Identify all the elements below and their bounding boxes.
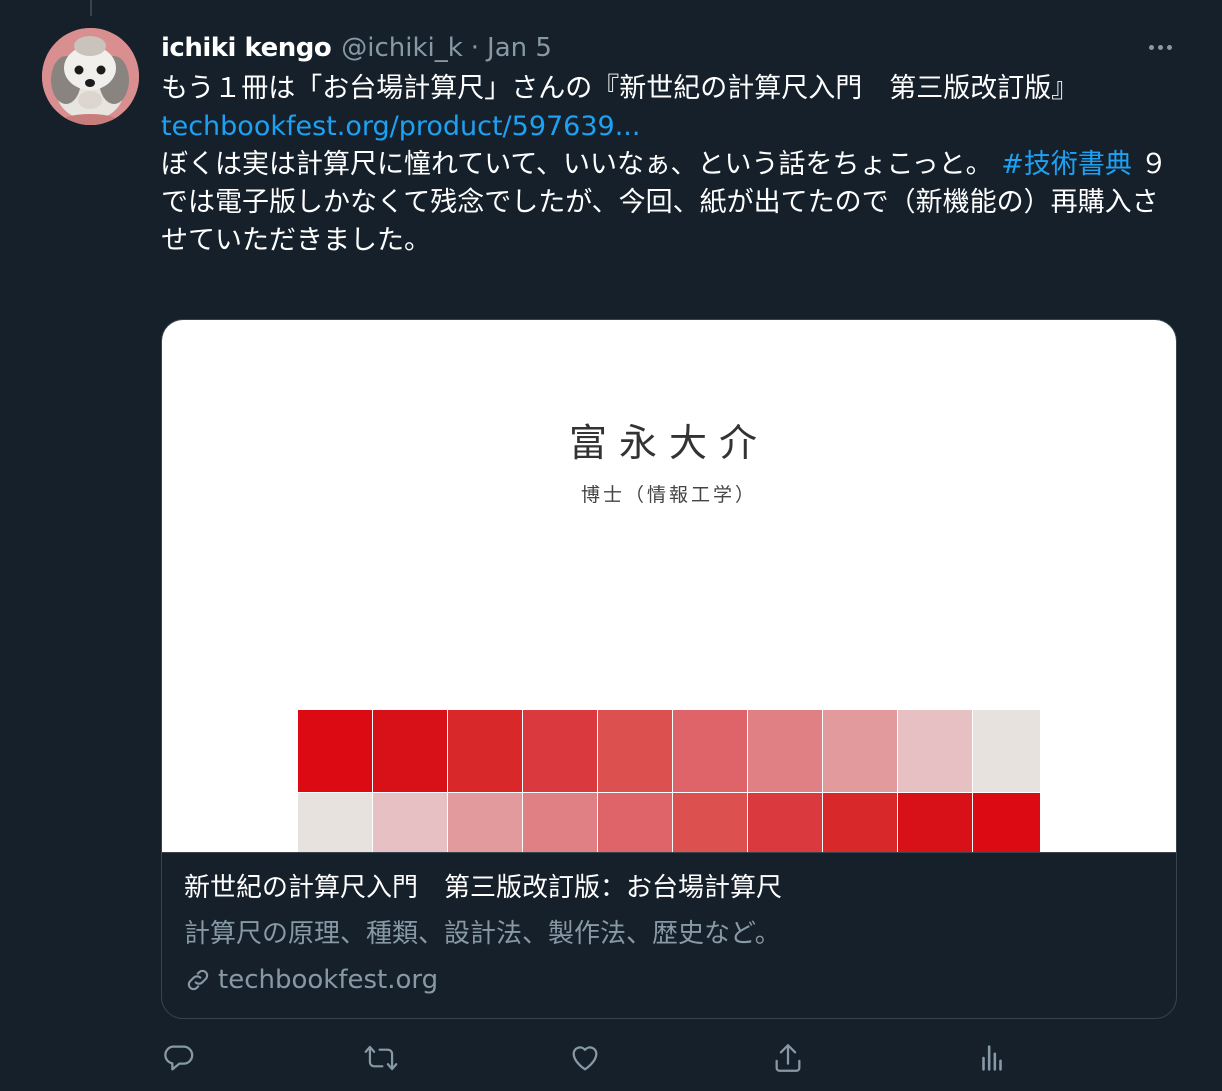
card-title: 新世紀の計算尺入門 第三版改訂版：お台場計算尺	[184, 873, 783, 903]
more-icon[interactable]	[1140, 32, 1180, 62]
link-preview-card[interactable]: 富永大介 博士（情報工学） 新世紀の計算尺入門 第三版改訂版：お台場計算尺 計算…	[161, 319, 1177, 1019]
book-author-title: 博士（情報工学）	[580, 484, 757, 506]
card-body: 新世紀の計算尺入門 第三版改訂版：お台場計算尺 計算尺の原理、種類、設計法、製作…	[184, 870, 1154, 998]
card-image[interactable]: 富永大介 博士（情報工学）	[162, 320, 1176, 853]
tweet-text-line1: もう１冊は「お台場計算尺」さんの『新世紀の計算尺入門 第三版改訂版』	[161, 73, 1079, 104]
hashtag-link[interactable]: #技術書典	[1001, 149, 1132, 180]
share-icon[interactable]	[768, 1038, 808, 1078]
grid-cell	[898, 793, 972, 852]
grid-cell	[823, 710, 897, 792]
tweet-link[interactable]: techbookfest.org/product/597639...	[161, 111, 640, 142]
grid-cell	[523, 793, 597, 852]
grid-cell	[898, 710, 972, 792]
tweet-text-before-hashtag: ぼくは実は計算尺に憧れていて、いいなぁ、という話をちょこっと。	[161, 149, 993, 180]
retweet-icon[interactable]	[361, 1038, 401, 1078]
thread-line	[90, 0, 92, 16]
grid-cell	[823, 793, 897, 852]
grid-cell	[598, 710, 672, 792]
color-grid-svg	[298, 710, 1040, 852]
grid-cell	[973, 793, 1040, 852]
tweet-actions	[0, 1030, 1222, 1086]
card-domain: techbookfest.org	[184, 962, 1154, 998]
grid-cell	[448, 710, 522, 792]
tweet-date[interactable]: Jan 5	[487, 33, 552, 63]
grid-cell	[748, 793, 822, 852]
grid-cell	[598, 793, 672, 852]
grid-cell	[373, 793, 447, 852]
author-handle[interactable]: @ichiki_k	[341, 33, 463, 63]
analytics-icon[interactable]	[972, 1038, 1012, 1078]
grid-cell	[298, 793, 372, 852]
grid-cell	[523, 710, 597, 792]
grid-cell	[973, 710, 1040, 792]
grid-cell	[448, 793, 522, 852]
color-grid	[298, 710, 1040, 852]
grid-cell	[673, 793, 747, 852]
link-icon	[187, 969, 209, 991]
card-domain-text: techbookfest.org	[218, 965, 439, 995]
card-description: 計算尺の原理、種類、設計法、製作法、歴史など。	[184, 919, 781, 949]
grid-cell	[298, 710, 372, 792]
book-author-name: 富永大介	[568, 421, 769, 465]
dog-avatar-image	[42, 28, 139, 125]
grid-cell	[373, 710, 447, 792]
avatar[interactable]	[42, 28, 139, 125]
like-icon[interactable]	[565, 1038, 605, 1078]
reply-icon[interactable]	[158, 1038, 198, 1078]
separator-dot: ·	[470, 33, 480, 63]
grid-cell	[748, 710, 822, 792]
tweet-header: ichiki kengo @ichiki_k · Jan 5	[161, 30, 552, 66]
tweet-text-line2: ぼくは実は計算尺に憧れていて、いいなぁ、という話をちょこっと。 #技術書典 ９で…	[161, 146, 1181, 260]
grid-cell	[673, 710, 747, 792]
tweet-text: もう１冊は「お台場計算尺」さんの『新世紀の計算尺入門 第三版改訂版』 techb…	[161, 70, 1181, 260]
author-name[interactable]: ichiki kengo	[161, 33, 332, 63]
